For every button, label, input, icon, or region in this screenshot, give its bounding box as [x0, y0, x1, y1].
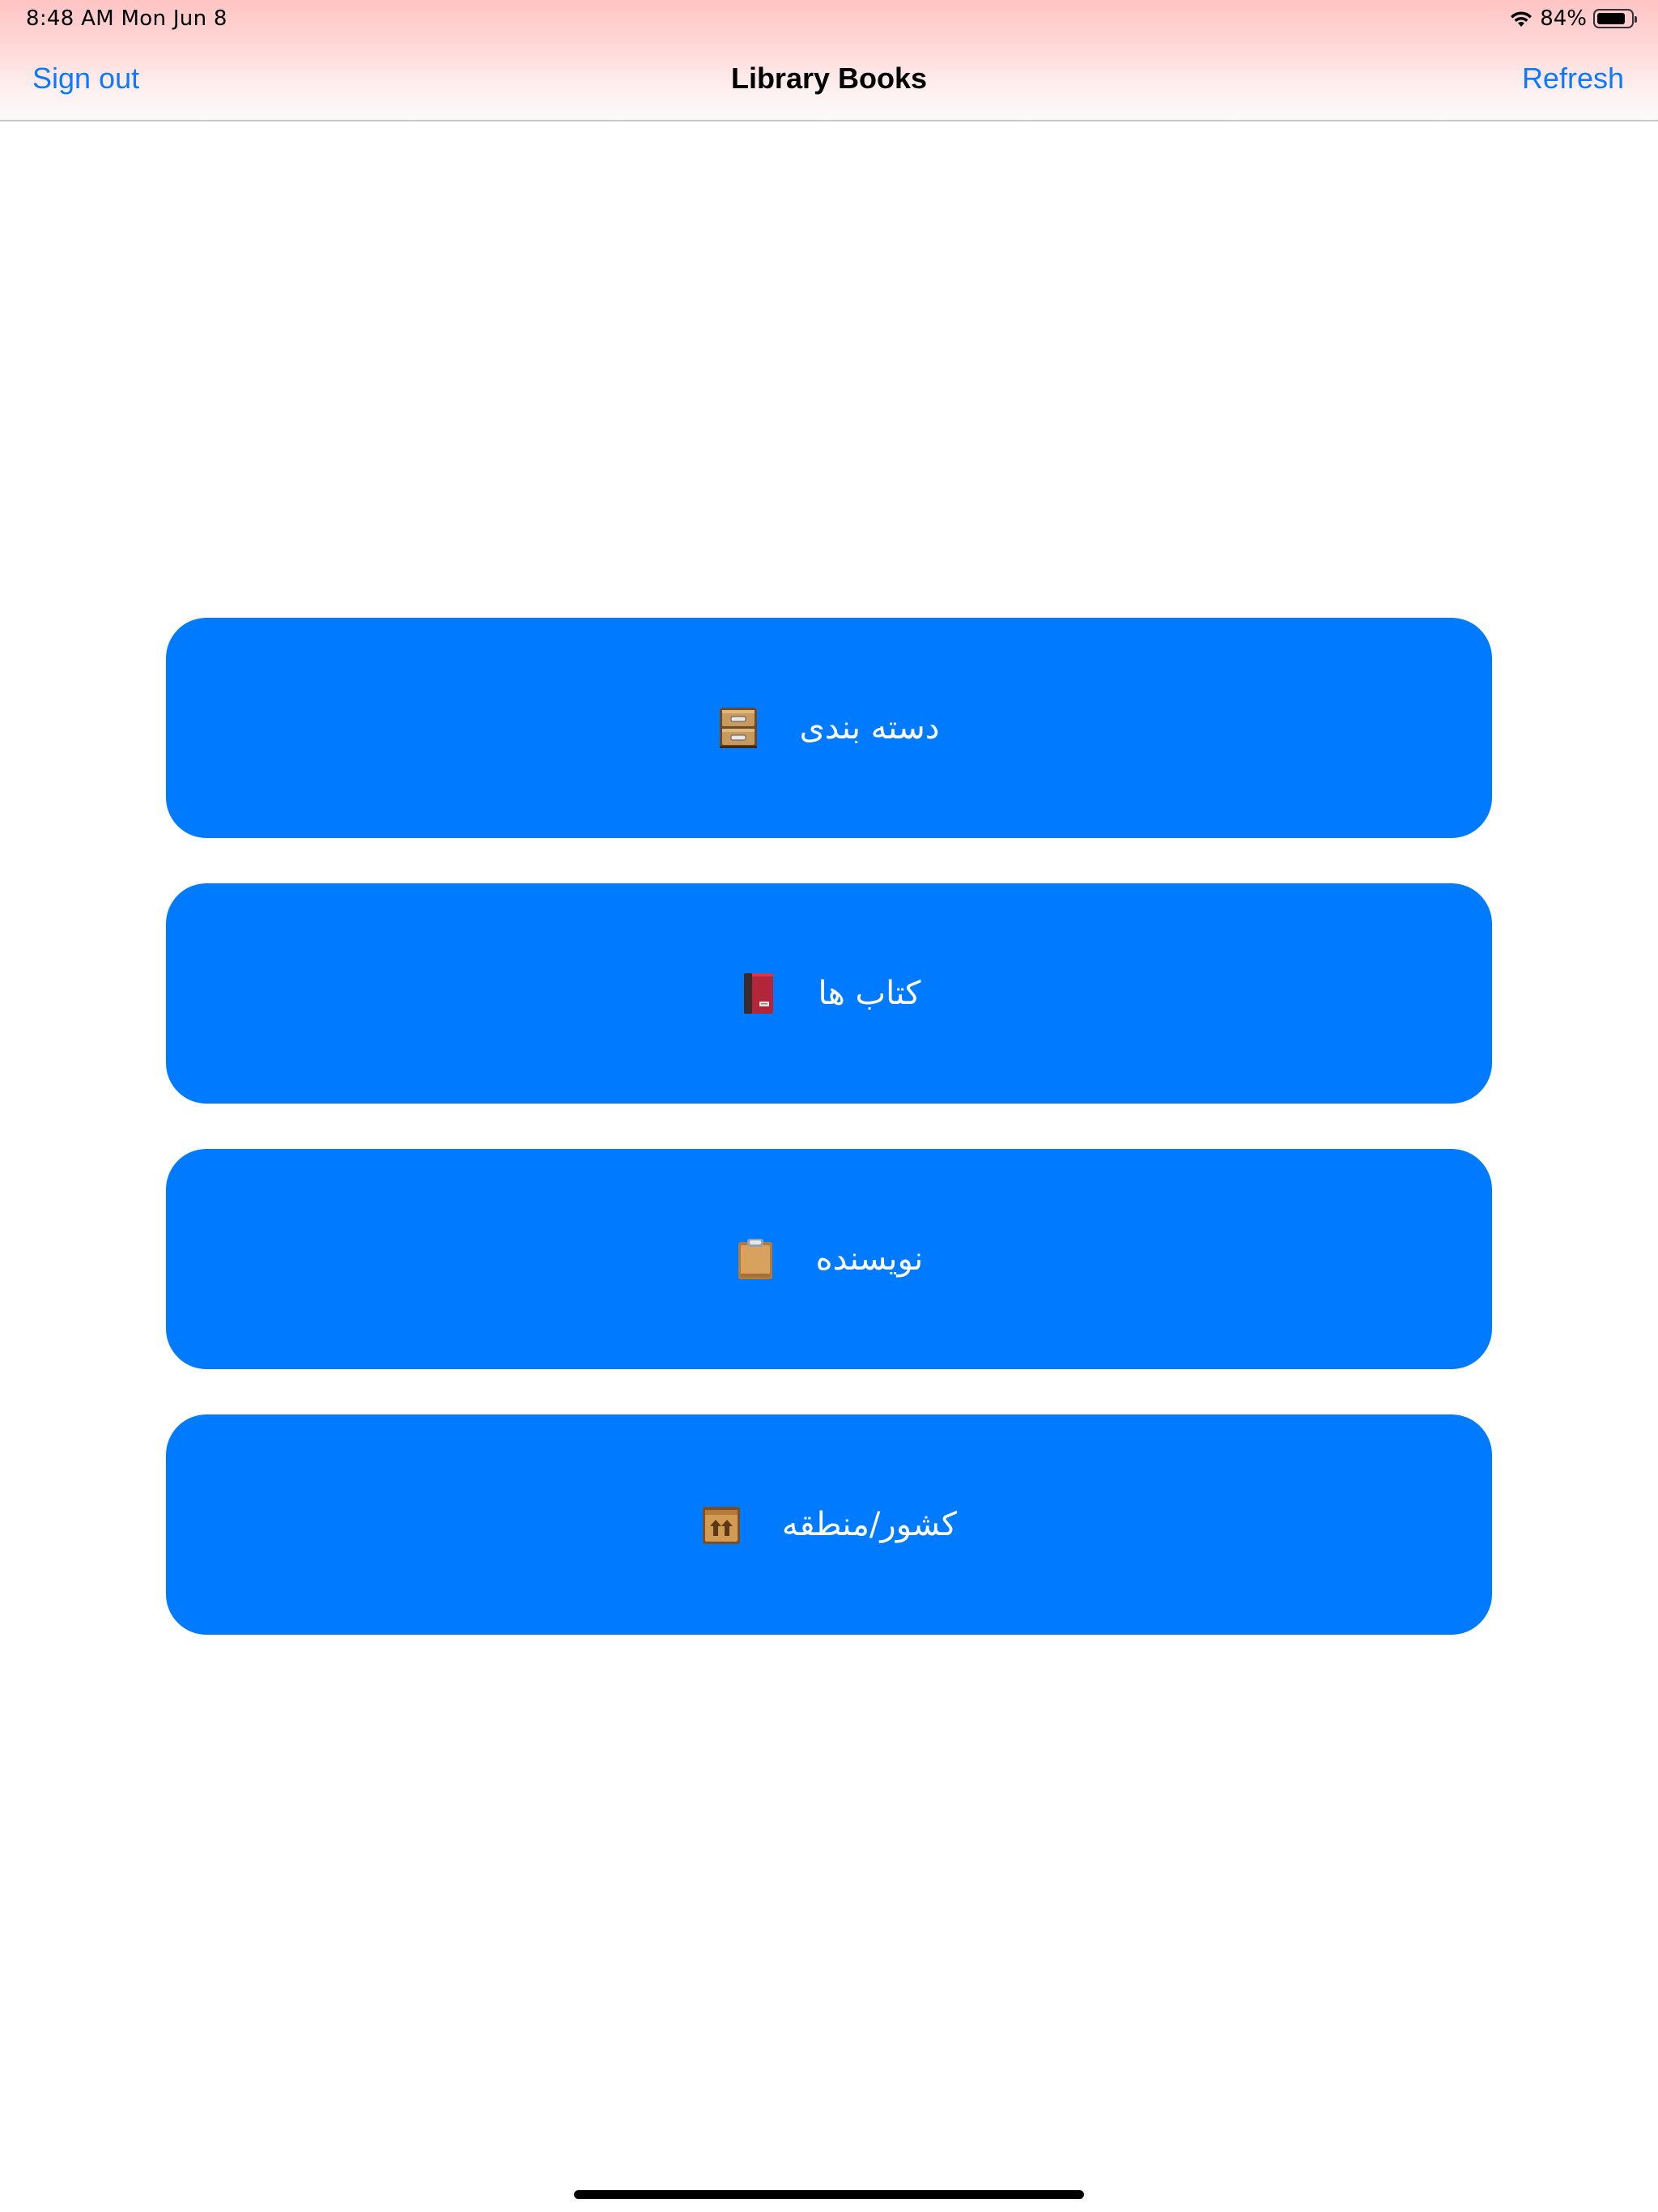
battery-percent: 84%	[1540, 6, 1587, 31]
menu-button-country-region[interactable]: کشور/منطقه	[166, 1414, 1492, 1635]
wifi-icon	[1509, 10, 1533, 28]
refresh-button[interactable]: Refresh	[1522, 62, 1624, 96]
menu-button-content: دسته بندی	[718, 707, 940, 749]
menu-label-country-region: کشور/منطقه	[781, 1506, 958, 1543]
menu-label-authors: نویسنده	[815, 1240, 924, 1278]
battery-fill	[1597, 13, 1625, 24]
home-indicator[interactable]	[574, 2190, 1084, 2199]
app-screen: 8:48 AM Mon Jun 8 84% Sign out Library B…	[0, 0, 1658, 2212]
header-area: 8:48 AM Mon Jun 8 84% Sign out Library B…	[0, 0, 1658, 121]
status-indicators: 84%	[1509, 5, 1637, 32]
main-menu: دسته بندی کتاب ها نویسنده کشور/منطقه	[166, 618, 1492, 1680]
menu-label-books: کتاب ها	[818, 975, 921, 1012]
clipboard-icon	[738, 1239, 772, 1279]
menu-button-content: کتاب ها	[738, 972, 921, 1015]
navigation-bar: Sign out Library Books Refresh	[0, 40, 1658, 118]
status-time-date: 8:48 AM Mon Jun 8	[26, 6, 227, 31]
battery-icon	[1593, 9, 1637, 28]
file-cabinet-icon	[720, 708, 758, 748]
closed-book-icon	[743, 973, 773, 1014]
menu-button-content: کشور/منطقه	[701, 1504, 957, 1546]
menu-label-categories: دسته بندی	[799, 709, 940, 747]
package-box-icon	[702, 1507, 740, 1544]
menu-button-authors[interactable]: نویسنده	[166, 1149, 1492, 1369]
menu-button-content: نویسنده	[735, 1238, 924, 1280]
status-bar: 8:48 AM Mon Jun 8 84%	[0, 0, 1658, 37]
menu-button-categories[interactable]: دسته بندی	[166, 618, 1492, 838]
menu-button-books[interactable]: کتاب ها	[166, 883, 1492, 1104]
page-title: Library Books	[730, 62, 928, 95]
